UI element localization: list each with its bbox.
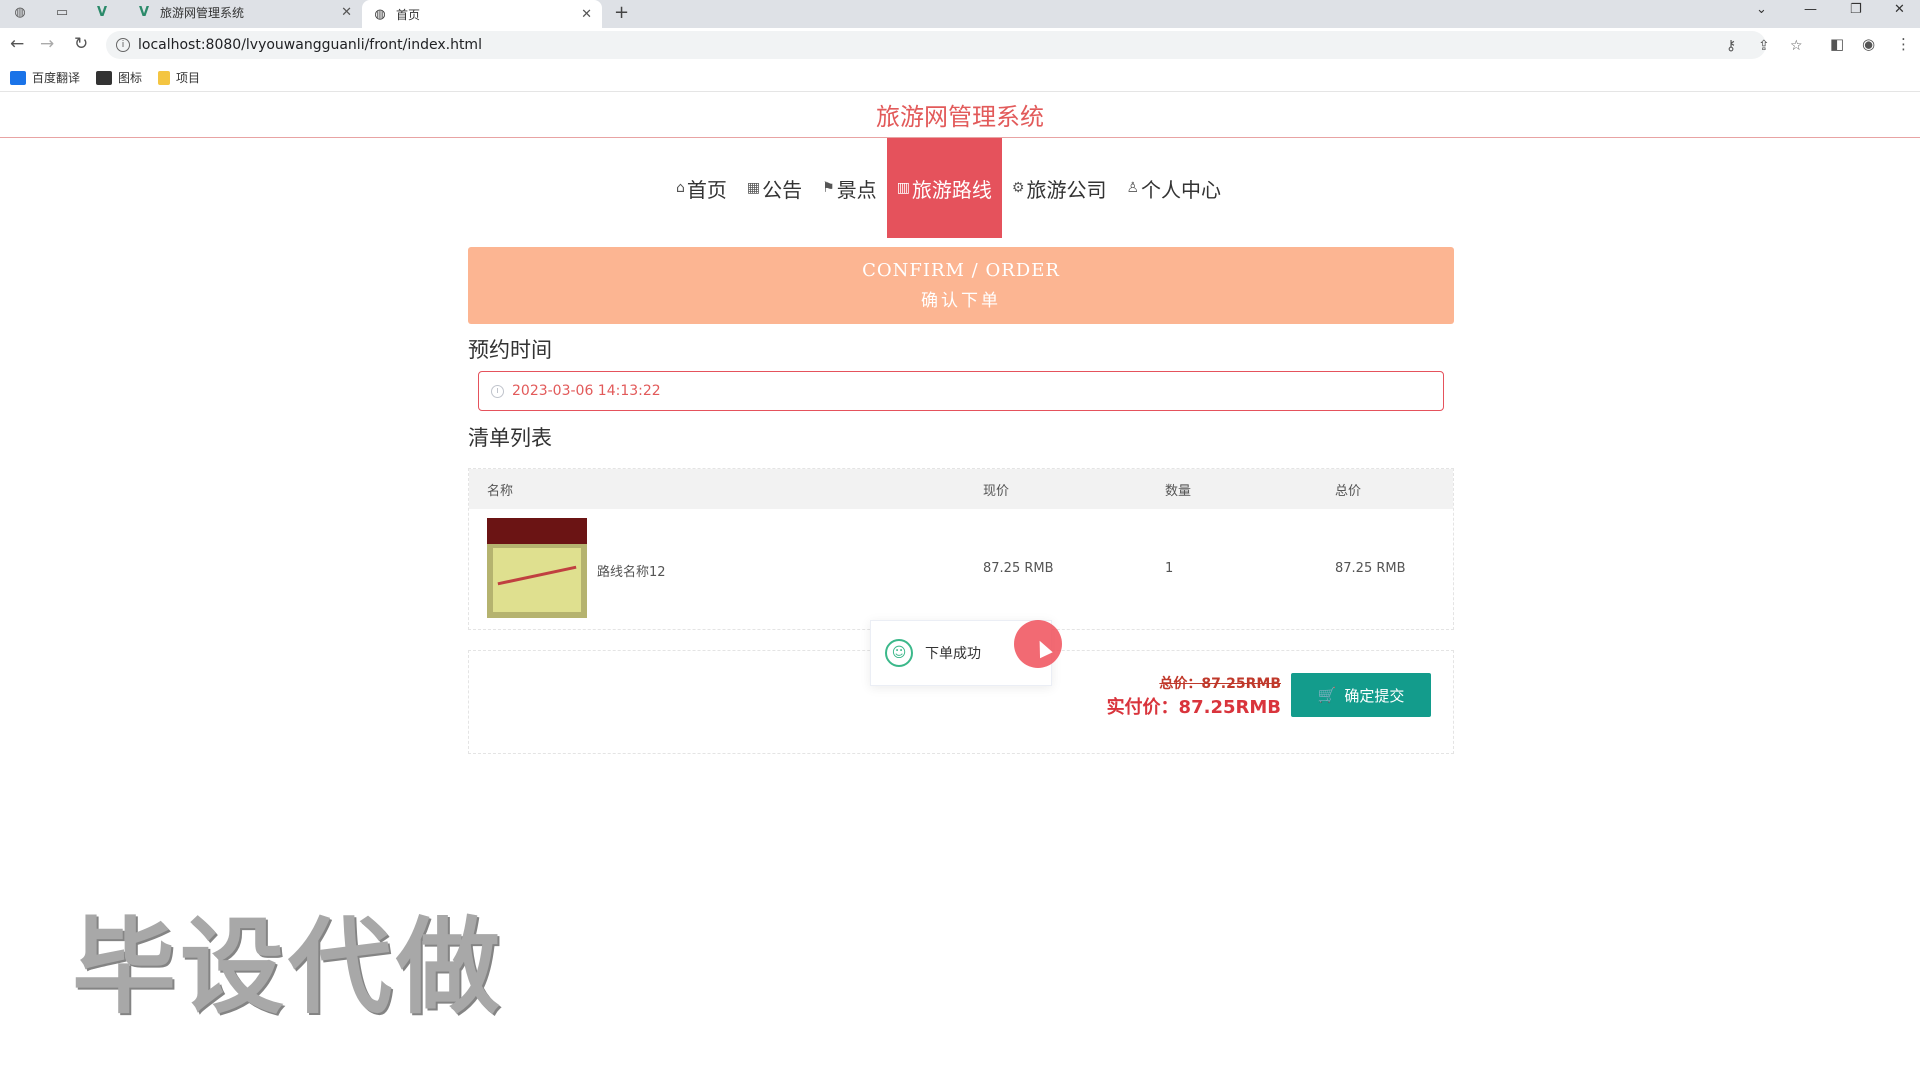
site-title: 旅游网管理系统 [876, 103, 1044, 131]
cart-table: 名称 现价 数量 总价 路线名称12 87.25 RMB 1 87.25 RMB [468, 468, 1454, 630]
item-total: 87.25 RMB [1335, 561, 1406, 576]
nav-item-announcement[interactable]: ▦ 公告 [737, 138, 812, 238]
banner-title-en: CONFIRM / ORDER [862, 260, 1060, 281]
table-header: 名称 现价 数量 总价 [469, 469, 1453, 509]
column-header-name: 名称 [487, 483, 514, 499]
browser-tabstrip: ◍ ▭ V V 旅游网管理系统 ✕ ◍ 首页 ✕ + ⌄ — ❐ ✕ [0, 0, 1920, 28]
vue-icon[interactable]: V [82, 0, 122, 24]
globe-icon[interactable]: ◍ [0, 0, 40, 24]
profile-icon[interactable]: ◉ [1862, 35, 1875, 53]
booking-time-value[interactable]: 2023-03-06 14:13:22 [512, 383, 661, 399]
toast-message: 下单成功 [925, 646, 981, 662]
key-icon[interactable]: ⚷ [1726, 38, 1736, 54]
user-icon: ♙ [1126, 180, 1140, 196]
column-header-total: 总价 [1335, 483, 1362, 499]
url-text[interactable]: localhost:8080/lvyouwangguanli/front/ind… [138, 37, 482, 53]
info-icon[interactable]: i [116, 38, 130, 52]
share-icon[interactable]: ⇪ [1758, 38, 1770, 54]
gear-icon: ⚙ [1011, 180, 1025, 196]
submit-order-button[interactable]: 🛒 确定提交 [1291, 673, 1431, 717]
booking-time-label: 预约时间 [468, 338, 552, 362]
tab-search-icon[interactable]: ⌄ [1756, 2, 1767, 17]
minimize-button[interactable]: — [1804, 2, 1817, 17]
nav-item-home[interactable]: ⌂ 首页 [666, 138, 737, 238]
nav-label: 公告 [762, 177, 803, 202]
image-icon [96, 70, 113, 85]
nav-item-profile[interactable]: ♙ 个人中心 [1116, 138, 1231, 238]
translate-icon [10, 70, 26, 85]
nav-label: 首页 [686, 177, 727, 202]
browser-tab-home[interactable]: ◍ 首页 ✕ [362, 0, 602, 28]
submit-label: 确定提交 [1344, 686, 1405, 705]
reload-icon[interactable]: ↻ [74, 34, 88, 54]
star-icon[interactable]: ☆ [1790, 38, 1803, 54]
address-bar[interactable]: i localhost:8080/lvyouwangguanli/front/i… [106, 31, 1803, 59]
item-name: 路线名称12 [597, 565, 666, 580]
item-quantity: 1 [1165, 561, 1174, 576]
close-icon[interactable]: ✕ [341, 5, 352, 20]
cart-icon: 🛒 [1317, 686, 1337, 704]
restore-button[interactable]: ❐ [1850, 2, 1862, 17]
browser-toolbar: ← → ↻ i localhost:8080/lvyouwangguanli/f… [0, 28, 1920, 64]
column-header-qty: 数量 [1165, 483, 1192, 499]
pinned-tab-icon[interactable]: ▭ [42, 0, 82, 24]
item-price: 87.25 RMB [983, 561, 1054, 576]
route-icon: ▥ [896, 180, 910, 196]
nav-item-companies[interactable]: ⚙ 旅游公司 [1002, 138, 1117, 238]
globe-icon: ◍ [374, 6, 386, 22]
new-tab-button[interactable]: + [614, 2, 629, 23]
close-icon[interactable]: ✕ [581, 7, 592, 22]
bookmark-item[interactable]: 项目 [158, 69, 200, 86]
route-thumbnail[interactable] [487, 518, 587, 618]
window-close-button[interactable]: ✕ [1894, 2, 1905, 17]
confirm-order-banner: CONFIRM / ORDER 确认下单 [468, 247, 1454, 324]
smile-icon: ☺ [885, 639, 913, 667]
bookmark-item[interactable]: 图标 [96, 69, 142, 86]
column-header-price: 现价 [983, 483, 1010, 499]
actual-price: 实付价：87.25RMB [1106, 697, 1281, 718]
nav-label: 景点 [836, 177, 877, 202]
folder-icon [158, 70, 171, 85]
nav-label: 旅游路线 [911, 177, 992, 202]
bookmark-label: 百度翻译 [32, 71, 81, 85]
announcement-icon: ▦ [746, 180, 761, 196]
browser-tab-admin[interactable]: V 旅游网管理系统 ✕ [126, 0, 362, 24]
site-header: 旅游网管理系统 [0, 96, 1920, 138]
total-price: 总价：87.25RMB [1159, 676, 1281, 692]
bookmark-item[interactable]: 百度翻译 [10, 69, 80, 86]
banner-title-cn: 确认下单 [921, 291, 1001, 311]
table-row: 路线名称12 87.25 RMB 1 87.25 RMB [469, 509, 1453, 629]
clock-icon [491, 384, 504, 398]
watermark-text: 毕设代做 [72, 906, 505, 1028]
bookmarks-bar: 百度翻译 图标 项目 [0, 64, 1920, 92]
tab-title: 首页 [396, 7, 421, 22]
nav-label: 旅游公司 [1026, 177, 1107, 202]
sidebar-icon[interactable]: ◧ [1830, 35, 1844, 53]
vue-icon: V [138, 4, 150, 20]
tab-title: 旅游网管理系统 [160, 5, 245, 20]
booking-time-picker[interactable]: 2023-03-06 14:13:22 [478, 371, 1444, 411]
nav-label: 个人中心 [1141, 177, 1222, 202]
nav-item-routes[interactable]: ▥ 旅游路线 [886, 138, 1002, 238]
cart-list-title: 清单列表 [468, 426, 552, 450]
flag-icon: ⚑ [822, 180, 835, 196]
bookmark-label: 图标 [118, 71, 143, 85]
main-nav: ⌂ 首页 ▦ 公告 ⚑ 景点 ▥ 旅游路线 ⚙ 旅游公司 ♙ 个人中心 [666, 138, 1231, 238]
nav-item-attractions[interactable]: ⚑ 景点 [812, 138, 887, 238]
bookmark-label: 项目 [176, 71, 201, 85]
home-icon: ⌂ [676, 180, 685, 196]
menu-icon[interactable]: ⋮ [1896, 35, 1911, 53]
back-icon[interactable]: ← [10, 34, 24, 54]
forward-icon[interactable]: → [40, 34, 54, 54]
